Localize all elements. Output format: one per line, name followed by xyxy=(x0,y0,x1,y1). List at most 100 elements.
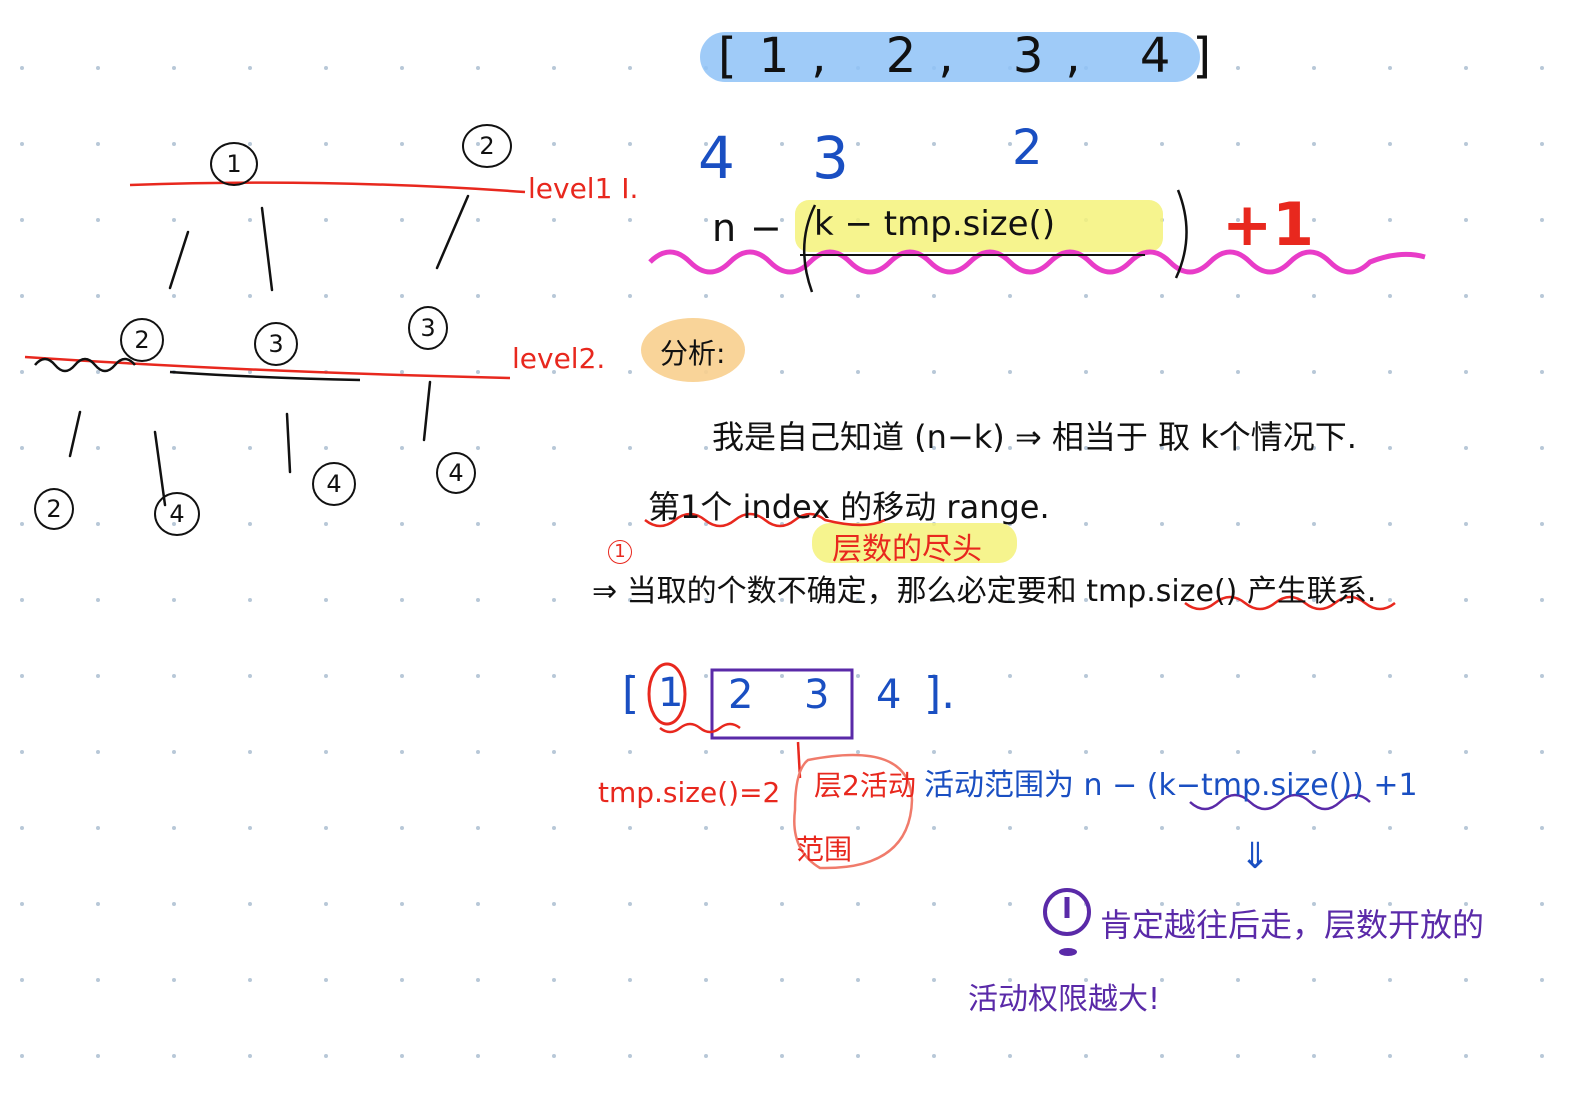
grid-dot xyxy=(1084,142,1088,146)
grid-dot xyxy=(552,1054,556,1058)
annotation-3: 3 xyxy=(812,124,849,192)
grid-dot xyxy=(248,826,252,830)
grid-dot xyxy=(1464,750,1468,754)
annotation-4: 4 xyxy=(698,124,735,192)
grid-dot xyxy=(1464,1054,1468,1058)
grid-dot xyxy=(476,66,480,70)
analysis-line3: ⇒ 当取的个数不确定，那么必定要和 tmp.size() 产生联系. xyxy=(592,566,1376,610)
grid-dot xyxy=(1540,370,1544,374)
grid-dot xyxy=(1312,826,1316,830)
grid-dot xyxy=(96,370,100,374)
grid-dot xyxy=(1540,902,1544,906)
grid-dot xyxy=(1160,1054,1164,1058)
grid-dot xyxy=(476,750,480,754)
grid-dot xyxy=(628,294,632,298)
grid-dot xyxy=(324,522,328,526)
grid-dot xyxy=(476,446,480,450)
grid-dot xyxy=(856,978,860,982)
grid-dot xyxy=(400,1054,404,1058)
grid-dot xyxy=(1236,294,1240,298)
grid-dot xyxy=(476,902,480,906)
grid-dot xyxy=(552,750,556,754)
tree-node-l2-a: 2 xyxy=(120,318,164,362)
formula-plus-one: +1 xyxy=(1222,190,1315,260)
grid-dot xyxy=(172,978,176,982)
grid-dot xyxy=(324,218,328,222)
grid-dot xyxy=(1236,1054,1240,1058)
tree-node-root-1: 1 xyxy=(210,142,258,186)
tree-node-l3-c: 4 xyxy=(312,462,356,506)
grid-dot xyxy=(1464,294,1468,298)
grid-dot xyxy=(856,294,860,298)
grid-dot xyxy=(1388,142,1392,146)
grid-dot xyxy=(1388,978,1392,982)
grid-dot xyxy=(1160,294,1164,298)
grid-dot xyxy=(780,674,784,678)
grid-dot xyxy=(628,1054,632,1058)
tree-node-l3-d: 4 xyxy=(436,452,476,494)
example-close-bracket: ]. xyxy=(924,668,956,719)
grid-dot xyxy=(324,294,328,298)
formula-minus: − xyxy=(750,206,782,250)
grid-dot xyxy=(1312,674,1316,678)
grid-dot xyxy=(1084,294,1088,298)
grid-dot xyxy=(628,218,632,222)
grid-dot xyxy=(780,902,784,906)
grid-dot xyxy=(780,826,784,830)
grid-dot xyxy=(1236,826,1240,830)
grid-dot xyxy=(1008,826,1012,830)
grid-dot xyxy=(1540,142,1544,146)
grid-dot xyxy=(476,978,480,982)
grid-dot xyxy=(172,66,176,70)
grid-dot xyxy=(1388,1054,1392,1058)
grid-dot xyxy=(628,750,632,754)
grid-dot xyxy=(1312,1054,1316,1058)
grid-dot xyxy=(552,902,556,906)
grid-dot xyxy=(324,142,328,146)
grid-dot xyxy=(324,1054,328,1058)
grid-dot xyxy=(628,66,632,70)
analysis-line2: 第1个 index 的移动 range. xyxy=(648,488,1050,526)
grid-dot xyxy=(248,294,252,298)
active-range-text: 活动范围为 n − (k−tmp.size()) +1 xyxy=(924,768,1418,803)
grid-dot xyxy=(856,1054,860,1058)
down-double-arrow: ⇓ xyxy=(1240,836,1271,877)
circled-number-1: 1 xyxy=(608,540,632,564)
grid-dot xyxy=(1464,826,1468,830)
grid-dot xyxy=(1312,142,1316,146)
grid-dot xyxy=(552,294,556,298)
grid-dot xyxy=(248,522,252,526)
grid-dot xyxy=(1388,522,1392,526)
grid-dot xyxy=(400,902,404,906)
grid-dot xyxy=(1540,978,1544,982)
grid-dot xyxy=(552,522,556,526)
grid-dot xyxy=(248,1054,252,1058)
grid-dot xyxy=(1084,522,1088,526)
grid-dot xyxy=(932,750,936,754)
grid-dot xyxy=(1160,826,1164,830)
line3-link: tmp.size() xyxy=(1086,574,1238,609)
grid-dot xyxy=(476,218,480,222)
grid-dot xyxy=(248,902,252,906)
grid-dot xyxy=(1084,674,1088,678)
grid-dot xyxy=(248,598,252,602)
grid-dot xyxy=(1388,294,1392,298)
grid-dot xyxy=(324,750,328,754)
array-title: [1, 2, 3, 4] xyxy=(718,28,1234,84)
grid-dot xyxy=(96,750,100,754)
grid-dot xyxy=(1160,522,1164,526)
grid-dot xyxy=(1540,826,1544,830)
grid-dot xyxy=(248,446,252,450)
grid-dot xyxy=(628,446,632,450)
grid-dot xyxy=(856,370,860,374)
analysis-tag: 分析: xyxy=(660,337,726,370)
grid-dot xyxy=(172,902,176,906)
grid-dot xyxy=(324,66,328,70)
tree-node-l3-a: 2 xyxy=(34,488,74,530)
grid-dot xyxy=(400,826,404,830)
grid-dot xyxy=(628,370,632,374)
grid-dot xyxy=(1464,522,1468,526)
grid-dot xyxy=(172,674,176,678)
grid-dot xyxy=(20,902,24,906)
grid-dot xyxy=(1540,674,1544,678)
